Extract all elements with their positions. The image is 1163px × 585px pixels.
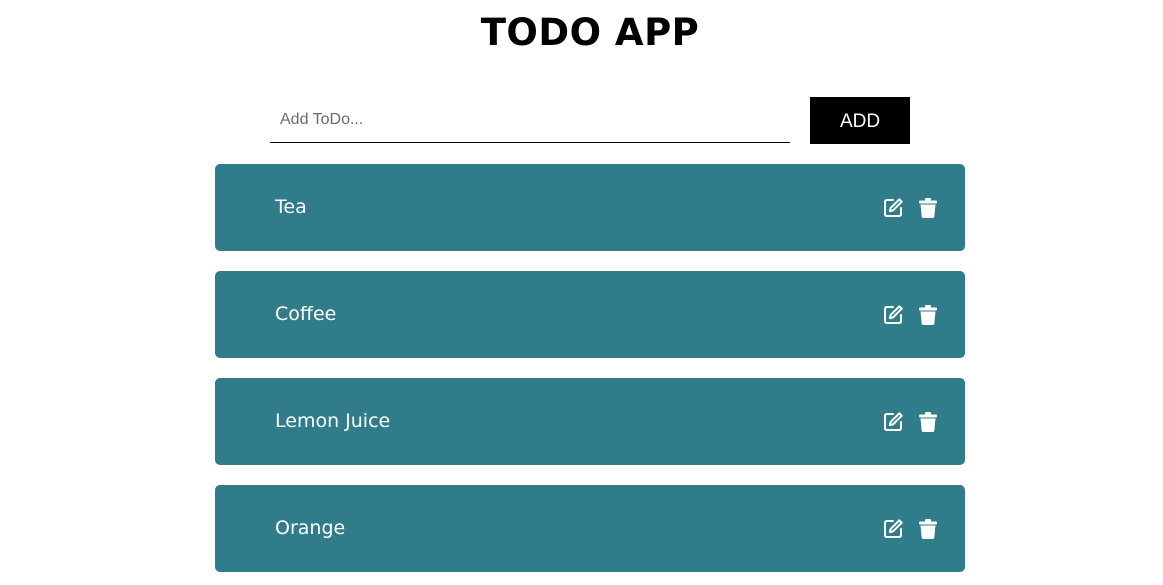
add-button[interactable]: ADD xyxy=(810,97,910,144)
edit-icon[interactable] xyxy=(882,197,904,219)
trash-icon[interactable] xyxy=(917,197,939,219)
trash-icon[interactable] xyxy=(917,304,939,326)
todo-actions xyxy=(882,304,939,326)
todo-item: Coffee xyxy=(215,271,965,358)
todo-app: TODO APP ADD Tea xyxy=(0,0,1163,585)
todo-item: Lemon Juice xyxy=(215,378,965,465)
todo-list: Tea Coffee Lemon Juice Orange xyxy=(215,164,965,585)
todo-text: Orange xyxy=(275,517,346,539)
trash-icon[interactable] xyxy=(917,518,939,540)
edit-icon[interactable] xyxy=(882,518,904,540)
todo-text: Coffee xyxy=(275,303,337,325)
todo-item: Orange xyxy=(215,485,965,572)
add-todo-form: ADD xyxy=(270,97,910,144)
todo-actions xyxy=(882,411,939,433)
todo-item: Tea xyxy=(215,164,965,251)
page-title: TODO APP xyxy=(480,11,700,54)
edit-icon[interactable] xyxy=(882,411,904,433)
todo-actions xyxy=(882,518,939,540)
todo-actions xyxy=(882,197,939,219)
add-todo-input[interactable] xyxy=(270,97,790,143)
todo-text: Tea xyxy=(275,196,307,218)
trash-icon[interactable] xyxy=(917,411,939,433)
edit-icon[interactable] xyxy=(882,304,904,326)
todo-text: Lemon Juice xyxy=(275,410,391,432)
